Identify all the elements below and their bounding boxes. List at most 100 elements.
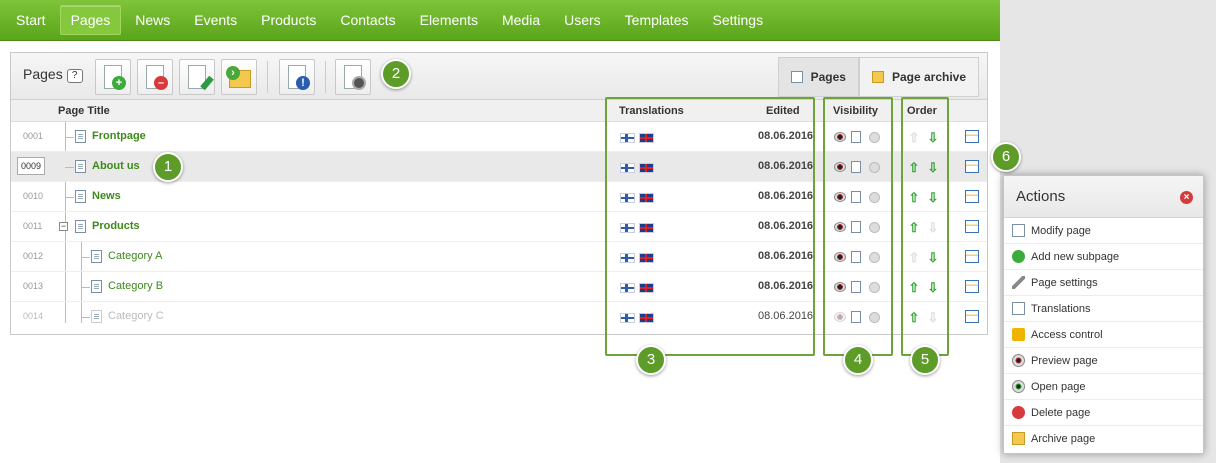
action-archive-page[interactable]: Archive page [1004, 426, 1203, 452]
add-icon [1012, 250, 1025, 263]
action-translations[interactable]: Translations [1004, 296, 1203, 322]
callout-1: 1 [153, 152, 183, 182]
page-title-link[interactable]: Products [92, 220, 140, 232]
toolbar-divider [267, 61, 268, 93]
delete-page-button[interactable]: – [137, 59, 173, 95]
eye-icon [352, 76, 366, 90]
panel-title: Pages? [23, 66, 83, 83]
translations-highlight-frame [605, 97, 815, 356]
eye-icon [1012, 354, 1025, 367]
action-preview-page[interactable]: Preview page [1004, 348, 1203, 374]
nav-pages[interactable]: Pages [59, 5, 122, 35]
page-id: 0009 [17, 157, 46, 175]
tree-line [65, 167, 74, 168]
actions-menu-icon[interactable] [965, 190, 979, 203]
actions-popup: Actions × Modify page Add new subpage Pa… [1003, 175, 1204, 454]
page-icon [75, 220, 86, 233]
preview-page-button[interactable] [335, 59, 371, 95]
page-info-button[interactable]: ! [279, 59, 315, 95]
action-open-page[interactable]: Open page [1004, 374, 1203, 400]
actions-menu-icon[interactable] [965, 310, 979, 323]
order-highlight-frame [901, 97, 949, 356]
page-icon [91, 280, 102, 293]
edit-page-button[interactable] [179, 59, 215, 95]
view-tabs: Pages Page archive [777, 57, 979, 97]
actions-menu-icon[interactable] [965, 130, 979, 143]
actions-header: Actions × [1004, 176, 1203, 218]
page-id: 0010 [23, 191, 44, 201]
nav-media[interactable]: Media [492, 6, 550, 34]
tab-page-archive[interactable]: Page archive [858, 57, 979, 97]
page-title-link[interactable]: News [92, 190, 121, 202]
page-icon [91, 250, 102, 263]
page-title-link[interactable]: Category C [108, 310, 164, 322]
page-icon [91, 310, 102, 323]
actions-menu-icon[interactable] [965, 220, 979, 233]
tree-line [81, 257, 90, 258]
open-folder-button[interactable]: › [221, 59, 257, 95]
folder-icon [1012, 432, 1025, 445]
tree-line [81, 287, 90, 288]
action-modify-page[interactable]: Modify page [1004, 218, 1203, 244]
nav-users[interactable]: Users [554, 6, 611, 34]
nav-settings[interactable]: Settings [702, 6, 773, 34]
tree-line [65, 137, 74, 138]
action-add-subpage[interactable]: Add new subpage [1004, 244, 1203, 270]
toolbar-divider [325, 61, 326, 93]
page-icon [75, 130, 86, 143]
collapse-toggle-icon[interactable]: − [59, 222, 68, 231]
page-title-link[interactable]: Frontpage [92, 130, 146, 142]
page-id: 0011 [23, 221, 43, 231]
tree-line [65, 197, 74, 198]
add-page-button[interactable]: + [95, 59, 131, 95]
edit-icon [1012, 224, 1025, 237]
nav-news[interactable]: News [125, 6, 180, 34]
top-nav: Start Pages News Events Products Contact… [0, 0, 1000, 41]
wrench-icon [1012, 276, 1025, 289]
actions-menu-icon[interactable] [965, 160, 979, 173]
actions-title: Actions [1016, 188, 1066, 205]
action-access-control[interactable]: Access control [1004, 322, 1203, 348]
nav-contacts[interactable]: Contacts [330, 6, 405, 34]
nav-events[interactable]: Events [184, 6, 247, 34]
nav-start[interactable]: Start [6, 6, 56, 34]
pages-icon [790, 71, 803, 83]
action-delete-page[interactable]: Delete page [1004, 400, 1203, 426]
callout-3: 3 [636, 345, 666, 375]
actions-menu-icon[interactable] [965, 250, 979, 263]
col-page-title: Page Title [58, 105, 110, 117]
tab-pages[interactable]: Pages [777, 57, 859, 97]
page-id: 0012 [23, 251, 44, 261]
page-id: 0013 [23, 281, 44, 291]
actions-menu-icon[interactable] [965, 280, 979, 293]
action-page-settings[interactable]: Page settings [1004, 270, 1203, 296]
nav-products[interactable]: Products [251, 6, 326, 34]
delete-icon [1012, 406, 1025, 419]
nav-templates[interactable]: Templates [615, 6, 699, 34]
folder-icon [871, 71, 884, 83]
visibility-highlight-frame [823, 97, 893, 356]
page-icon [75, 160, 86, 173]
page-title-link[interactable]: About us [92, 160, 140, 172]
callout-4: 4 [843, 345, 873, 375]
info-icon: ! [296, 76, 310, 90]
plus-icon: + [112, 76, 126, 90]
open-eye-icon [1012, 380, 1025, 393]
nav-elements[interactable]: Elements [410, 6, 488, 34]
lock-icon [1012, 328, 1025, 341]
callout-6: 6 [991, 142, 1021, 172]
help-icon[interactable]: ? [66, 69, 83, 83]
close-icon[interactable]: × [1180, 191, 1193, 204]
page-id: 0014 [23, 311, 44, 321]
page-title-link[interactable]: Category B [108, 280, 163, 292]
page-icon [75, 190, 86, 203]
tree-line [81, 317, 90, 318]
translations-icon [1012, 302, 1025, 315]
callout-2: 2 [381, 59, 411, 89]
toolbar: Pages? + – › ! Pages Page archive [11, 53, 987, 100]
callout-5: 5 [910, 345, 940, 375]
arrow-icon: › [226, 66, 240, 80]
minus-icon: – [154, 76, 168, 90]
page-title-link[interactable]: Category A [108, 250, 162, 262]
page-id: 0001 [23, 131, 44, 141]
